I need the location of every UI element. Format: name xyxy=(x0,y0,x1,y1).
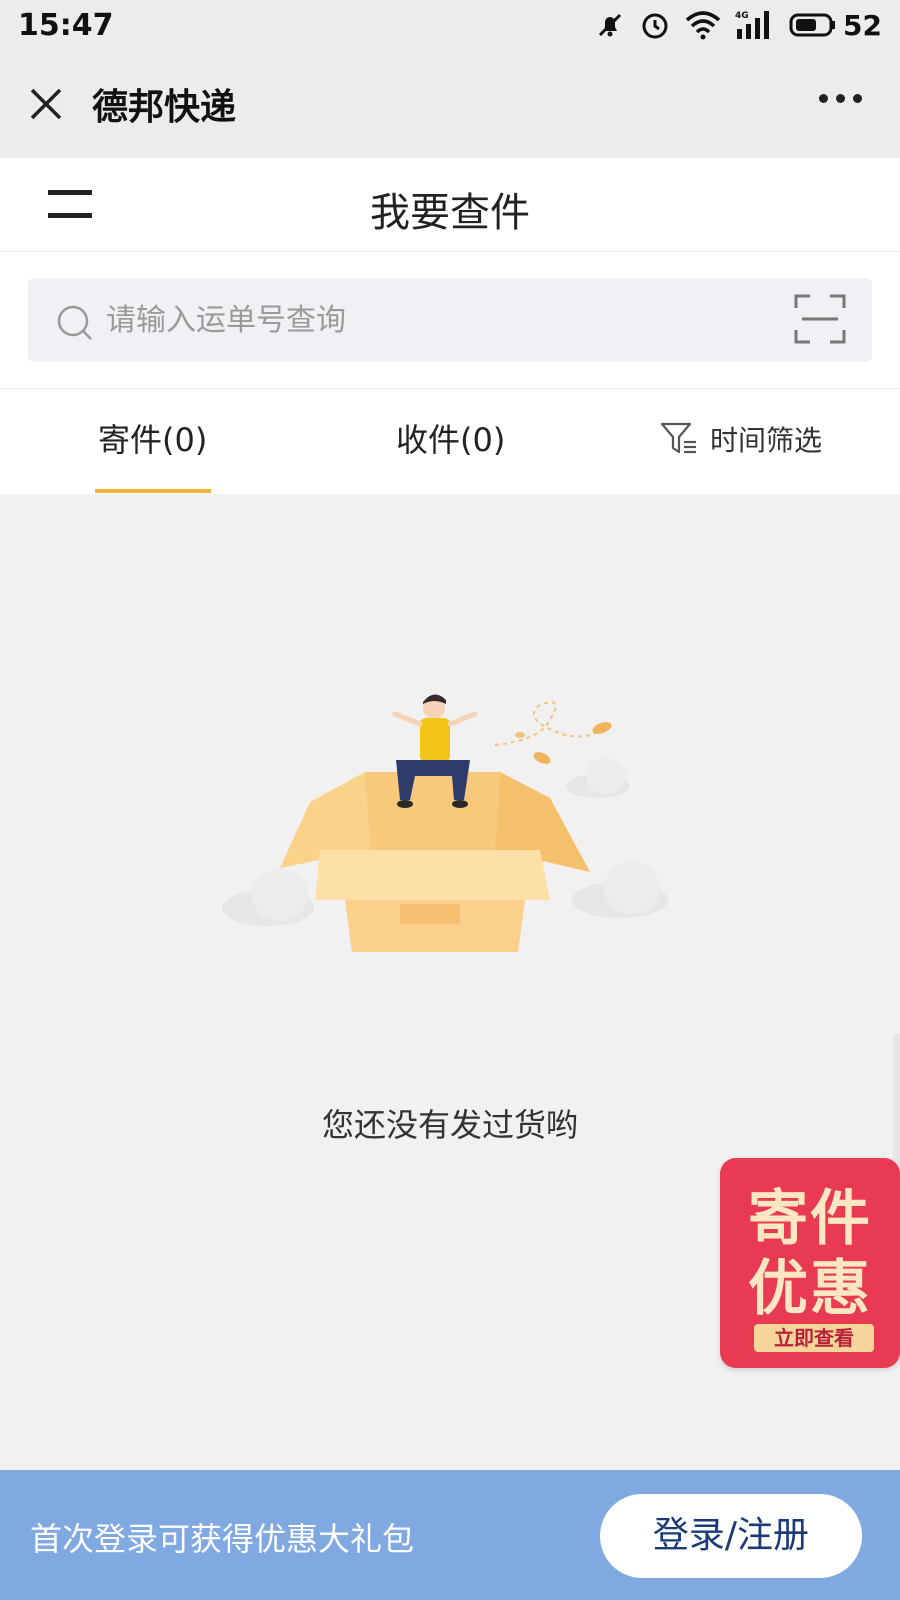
signal-4g-icon: 4G xyxy=(735,11,770,39)
empty-box-illustration xyxy=(222,694,668,952)
app-title: 德邦快递 xyxy=(92,87,237,128)
more-dot-icon xyxy=(836,94,845,103)
mute-bell-icon xyxy=(598,13,622,37)
time-filter-button[interactable]: 时间筛选 xyxy=(660,419,822,459)
page-header: 我要查件 xyxy=(0,158,900,252)
wifi-icon xyxy=(685,11,721,40)
shipping-discount-promo[interactable]: 寄件 优惠 立即查看 xyxy=(720,1158,900,1368)
status-icons: 4G 52 xyxy=(595,9,882,42)
search-box[interactable] xyxy=(28,278,872,362)
promo-view-now-button[interactable]: 立即查看 xyxy=(754,1324,874,1352)
filter-icon xyxy=(660,422,696,454)
more-dot-icon xyxy=(819,94,828,103)
shipment-tabs: 寄件(0) 收件(0) 时间筛选 xyxy=(0,388,900,494)
status-time: 15:47 xyxy=(18,7,114,43)
svg-text:4G: 4G xyxy=(735,11,749,21)
login-prompt-bar: 首次登录可获得优惠大礼包 登录/注册 xyxy=(0,1470,900,1600)
battery-icon xyxy=(789,13,836,37)
tab-received[interactable]: 收件(0) xyxy=(396,415,505,461)
more-options-button[interactable] xyxy=(819,94,862,103)
time-filter-label: 时间筛选 xyxy=(710,424,823,457)
login-prompt-message: 首次登录可获得优惠大礼包 xyxy=(30,1520,415,1558)
close-button[interactable] xyxy=(26,84,66,124)
status-bar: 15:47 4G 52 xyxy=(0,0,900,50)
app-titlebar: 德邦快递 xyxy=(0,50,900,158)
page-title: 我要查件 xyxy=(370,190,530,236)
promo-line-2: 优惠 xyxy=(748,1254,872,1324)
waybill-search-input[interactable] xyxy=(106,292,786,348)
scan-icon[interactable] xyxy=(794,294,846,344)
battery-level: 52 xyxy=(843,8,882,42)
search-icon xyxy=(57,305,92,340)
alarm-icon xyxy=(642,13,668,39)
close-icon xyxy=(30,88,62,120)
empty-state-message: 您还没有发过货哟 xyxy=(321,1106,578,1144)
login-register-button[interactable]: 登录/注册 xyxy=(600,1494,862,1578)
search-section xyxy=(0,252,900,388)
more-dot-icon xyxy=(853,94,862,103)
active-tab-indicator xyxy=(95,489,211,493)
battery: 52 xyxy=(789,9,882,42)
tab-sent[interactable]: 寄件(0) xyxy=(98,415,207,461)
